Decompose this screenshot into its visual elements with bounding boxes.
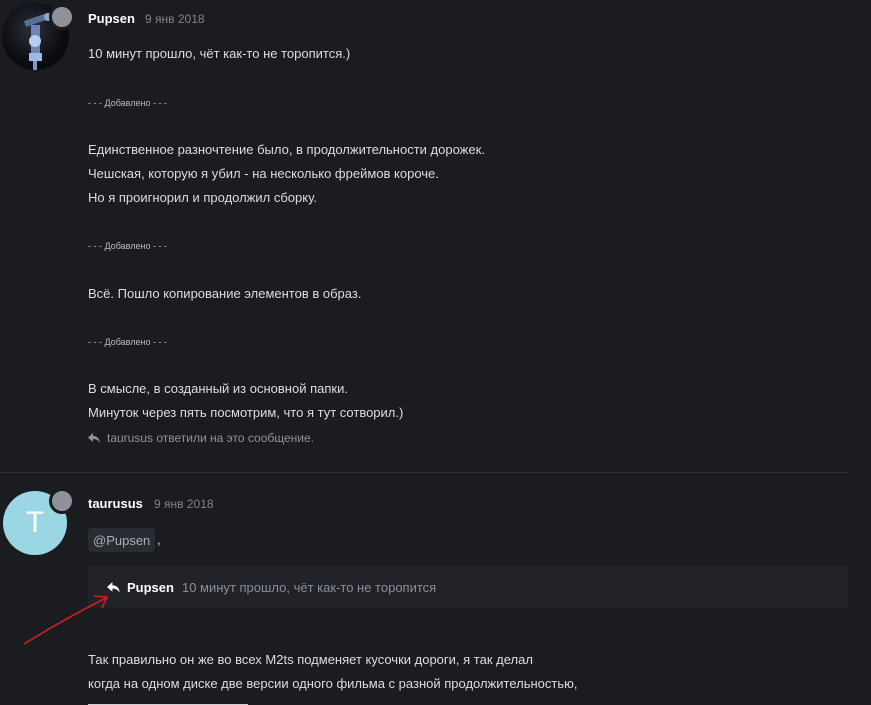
annotation-arrow-icon [23, 595, 109, 645]
status-dot-icon [49, 4, 75, 30]
status-dot-icon [49, 488, 75, 514]
added-marker: - - - Добавлено - - - [88, 98, 167, 108]
quote-author[interactable]: Pupsen [127, 580, 174, 595]
post-author[interactable]: taurusus [88, 496, 143, 511]
user-mention[interactable]: @Pupsen [88, 528, 156, 552]
message-line: Минуток через пять посмотрим, что я тут … [88, 405, 404, 420]
quote-text: 10 минут прошло, чёт как-то не торопится [181, 579, 437, 595]
reply-arrow-icon [87, 432, 101, 444]
message-line: Но я проигнорил и продолжил сборку. [88, 190, 317, 205]
post-date[interactable]: 9 янв 2018 [145, 12, 205, 26]
message-line: когда на одном диске две версии одного ф… [88, 676, 578, 691]
message-line: Чешская, которую я убил - на несколько ф… [88, 166, 439, 181]
message-line: Всё. Пошло копирование элементов в образ… [88, 286, 362, 301]
replies-note[interactable]: taurusus ответили на это сообщение. [87, 431, 314, 445]
message-line: Так правильно он же во всех M2ts подменя… [88, 652, 533, 667]
added-marker: - - - Добавлено - - - [88, 241, 167, 251]
added-marker: - - - Добавлено - - - [88, 337, 167, 347]
message-line: Единственное разночтение было, в продолж… [88, 142, 485, 157]
avatar-letter: T [25, 506, 45, 539]
mention-comma: , [157, 532, 161, 547]
message-line: В смысле, в созданный из основной папки. [88, 381, 348, 396]
quote-block[interactable]: Pupsen 10 минут прошло, чёт как-то не то… [88, 566, 848, 608]
post-divider [0, 472, 848, 473]
message-line-cut [88, 696, 388, 705]
replies-note-text: taurusus ответили на это сообщение. [107, 431, 314, 445]
message-line: 10 минут прошло, чёт как-то не торопится… [88, 46, 351, 61]
post-date[interactable]: 9 янв 2018 [154, 497, 214, 511]
post-author[interactable]: Pupsen [88, 11, 135, 26]
